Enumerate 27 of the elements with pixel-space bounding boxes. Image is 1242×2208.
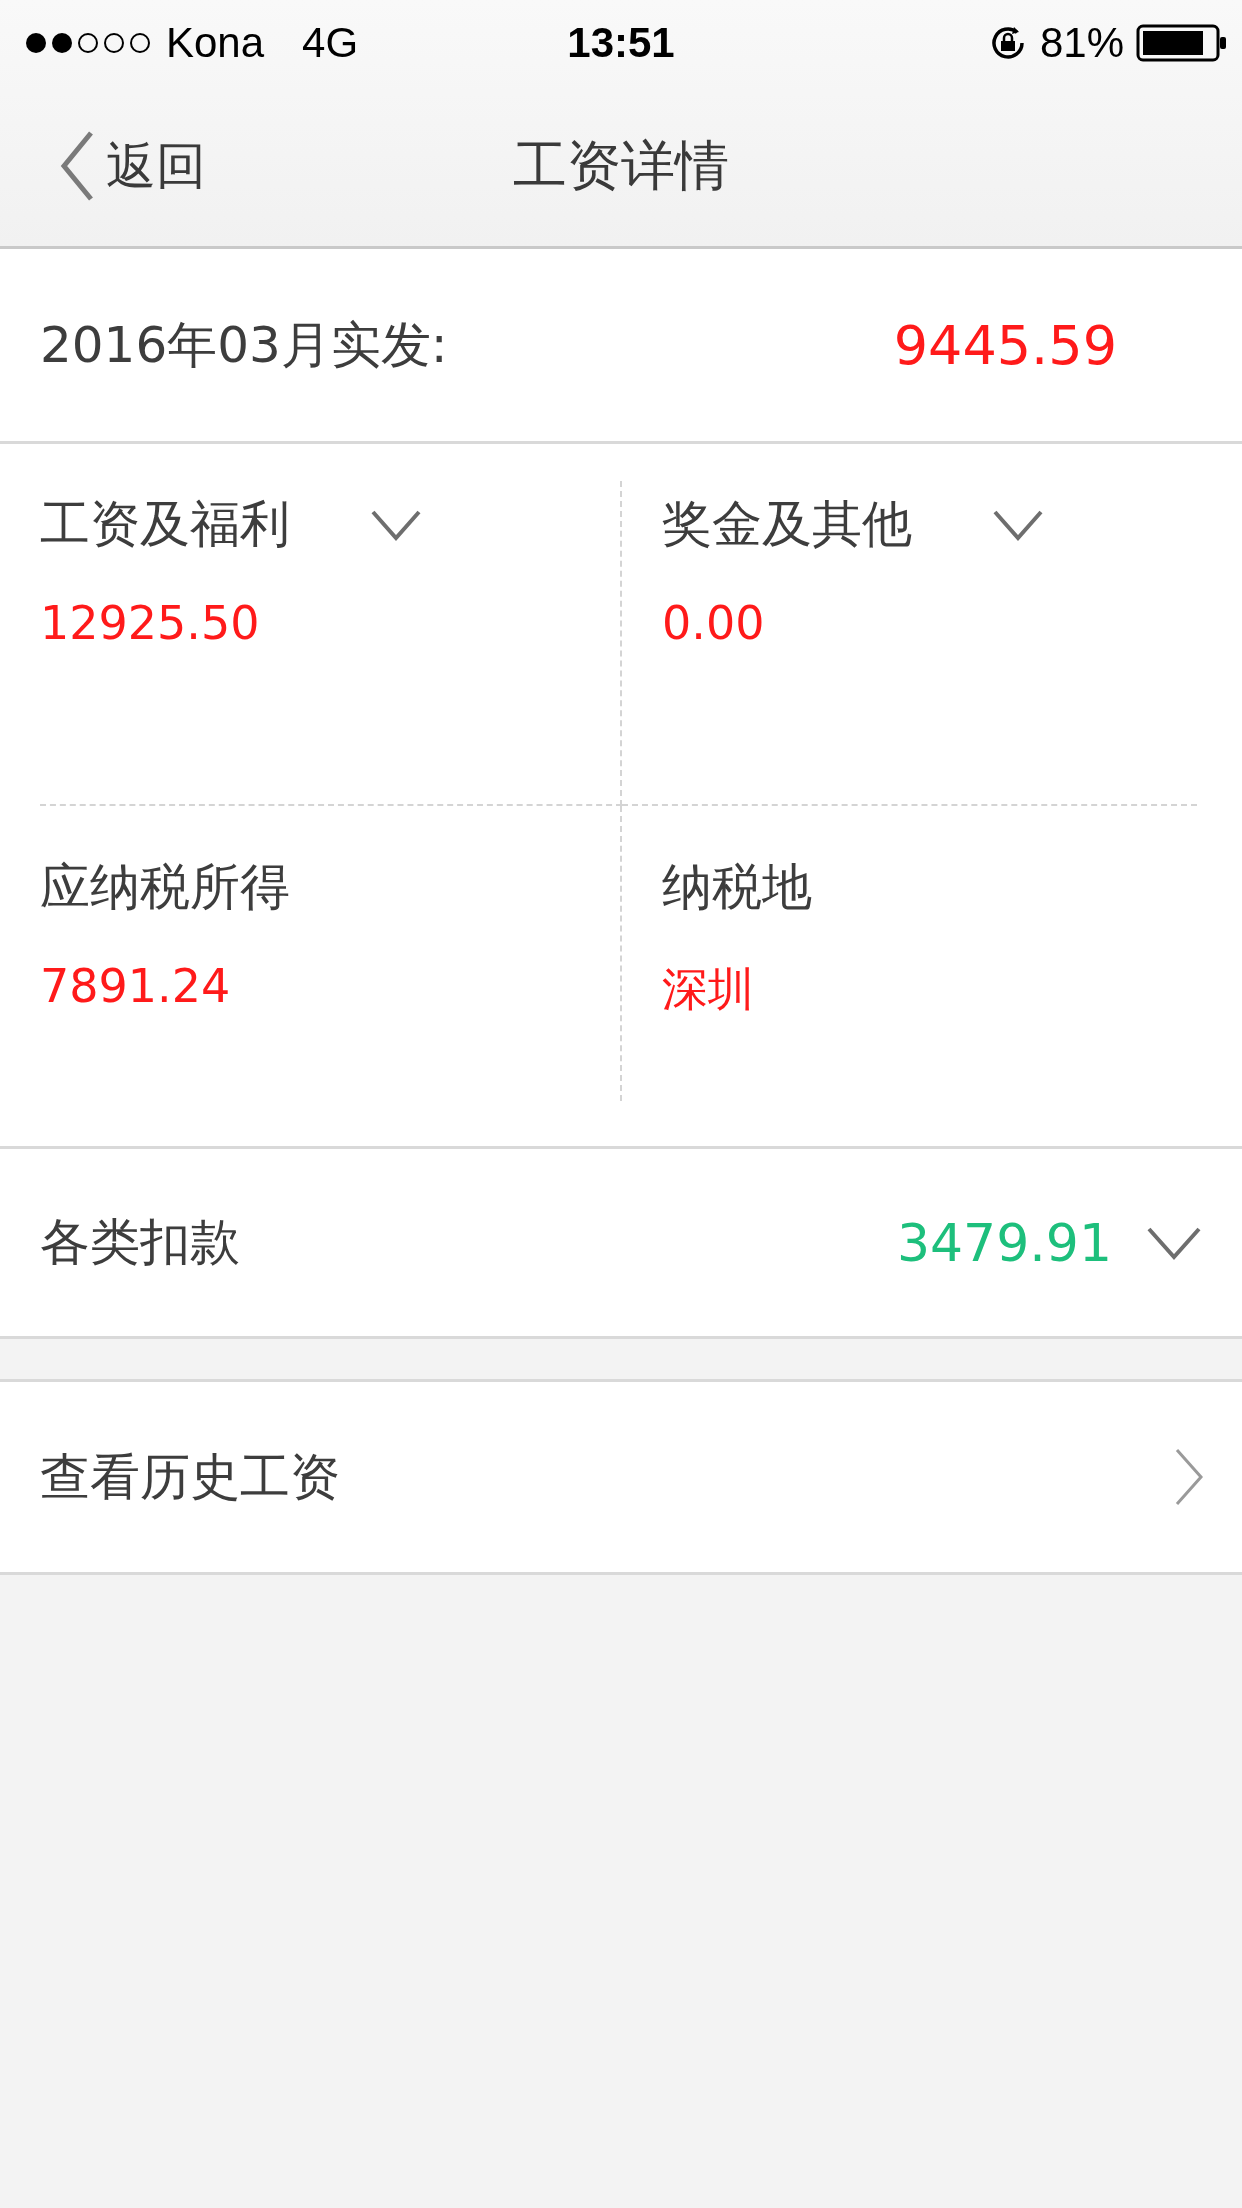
item-label: 奖金及其他 (662, 494, 912, 555)
item-amount: 0.00 (662, 596, 766, 650)
net-pay-label: 2016年03月实发: (40, 314, 448, 376)
item-label: 应纳税所得 (40, 857, 290, 918)
item-amount: 12925.50 (40, 596, 261, 650)
item-label: 纳税地 (662, 857, 812, 918)
item-label: 工资及福利 (40, 494, 290, 555)
chevron-down-icon[interactable] (992, 508, 1044, 541)
back-button[interactable]: 返回 (0, 130, 206, 202)
battery-icon (1136, 24, 1228, 62)
clock-time: 13:51 (567, 19, 675, 67)
battery-percent: 81% (1039, 19, 1124, 67)
net-pay-amount: 9445.59 (893, 313, 1117, 377)
carrier-name: Kona (166, 19, 265, 67)
network-type: 4G (302, 19, 359, 67)
history-row[interactable]: 查看历史工资 (0, 1379, 1242, 1575)
chevron-down-icon (1146, 1225, 1202, 1260)
deductions-label: 各类扣款 (40, 1212, 240, 1273)
page-title: 工资详情 (513, 132, 729, 199)
item-amount: 7891.24 (40, 959, 232, 1013)
history-label: 查看历史工资 (40, 1446, 340, 1508)
back-chevron-icon (60, 130, 94, 202)
chevron-right-icon (1174, 1447, 1204, 1507)
deductions-row[interactable]: 各类扣款 3479.91 (0, 1149, 1242, 1339)
chevron-down-icon[interactable] (370, 508, 422, 541)
deductions-amount: 3479.91 (896, 1212, 1112, 1273)
item-amount: 深圳 (662, 961, 755, 1018)
